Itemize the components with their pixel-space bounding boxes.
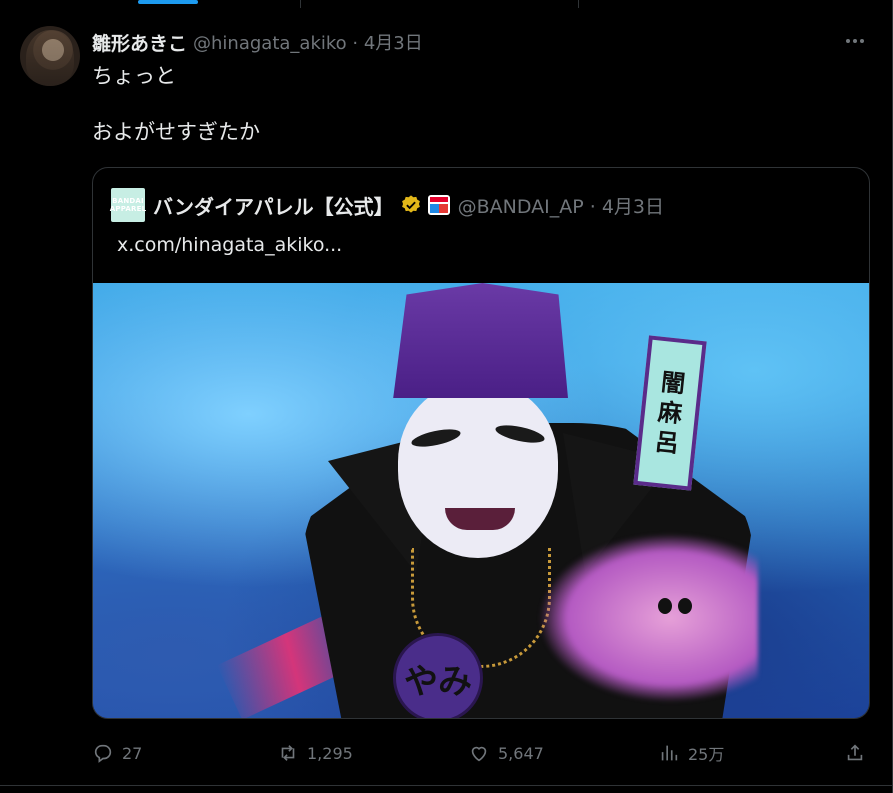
repost-icon bbox=[281, 745, 295, 761]
quoted-author-name[interactable]: バンダイアパレル【公式】 bbox=[153, 191, 394, 220]
quoted-author-handle-date[interactable]: @BANDAI_AP · 4月3日 bbox=[458, 192, 664, 219]
more-icon[interactable] bbox=[840, 30, 870, 52]
image-nail bbox=[658, 598, 672, 614]
logo-text-2: APPAREL bbox=[109, 205, 147, 213]
quoted-post-image[interactable]: やみ 闇 麻 呂 bbox=[93, 283, 869, 718]
repost-button[interactable]: 1,295 bbox=[277, 738, 353, 768]
post-text-line-2: およがせすぎたか bbox=[92, 120, 260, 144]
image-nail bbox=[678, 598, 692, 614]
logo-text-1: BANDAI bbox=[112, 197, 144, 205]
heart-icon bbox=[471, 746, 487, 762]
share-button[interactable] bbox=[844, 738, 866, 768]
active-tab-indicator bbox=[138, 0, 198, 4]
tab-separator bbox=[578, 0, 579, 8]
reply-count: 27 bbox=[122, 743, 143, 763]
verified-badge-icon bbox=[401, 195, 420, 213]
avatar[interactable] bbox=[20, 26, 80, 86]
reply-icon bbox=[94, 744, 112, 763]
action-bar: 27 1,295 5,647 25万 bbox=[92, 738, 870, 768]
image-mouth bbox=[445, 508, 515, 530]
views-count: 25万 bbox=[688, 745, 725, 764]
image-medal: やみ bbox=[393, 633, 483, 718]
views-icon bbox=[661, 745, 678, 761]
post-header: 雛形あきこ @hinagata_akiko · 4月3日 bbox=[92, 29, 423, 56]
quoted-post-header: BANDAI APPAREL バンダイアパレル【公式】 @BANDAI_AP ·… bbox=[109, 188, 664, 222]
share-icon bbox=[847, 744, 863, 761]
sign-char: 呂 bbox=[653, 427, 681, 459]
author-handle-date[interactable]: @hinagata_akiko · 4月3日 bbox=[193, 29, 423, 55]
sign-char: 麻 bbox=[656, 397, 684, 429]
affiliate-badge-icon bbox=[427, 195, 450, 215]
like-count: 5,647 bbox=[498, 743, 544, 763]
quoted-author-avatar[interactable]: BANDAI APPAREL bbox=[109, 188, 147, 222]
author-name[interactable]: 雛形あきこ bbox=[92, 29, 187, 56]
image-name-sign: 闇 麻 呂 bbox=[633, 335, 707, 491]
post-text-line-1: ちょっと bbox=[92, 64, 176, 88]
image-pointing-hand bbox=[538, 533, 758, 703]
post-divider bbox=[0, 785, 893, 786]
top-tab-bar bbox=[0, 0, 893, 8]
quoted-post-text[interactable]: x.com/hinagata_akiko... bbox=[117, 234, 342, 256]
image-face bbox=[398, 383, 558, 558]
reply-button[interactable]: 27 bbox=[92, 738, 142, 768]
views-button[interactable]: 25万 bbox=[658, 738, 724, 768]
sign-char: 闇 bbox=[659, 367, 687, 399]
tab-separator bbox=[300, 0, 301, 8]
like-button[interactable]: 5,647 bbox=[468, 738, 544, 768]
image-purple-hat bbox=[393, 283, 568, 398]
repost-count: 1,295 bbox=[307, 743, 353, 763]
quoted-post[interactable]: BANDAI APPAREL バンダイアパレル【公式】 @BANDAI_AP ·… bbox=[92, 167, 870, 719]
post-text: ちょっとおよがせすぎたか bbox=[92, 62, 260, 146]
